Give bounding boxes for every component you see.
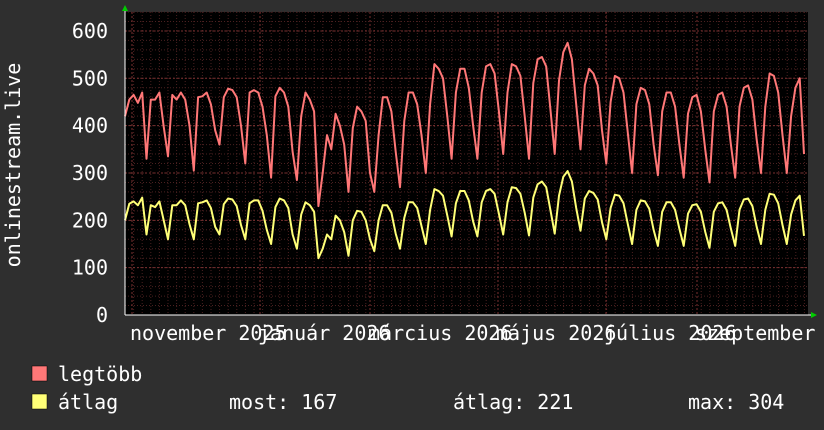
y-axis-arrow [122,5,128,11]
stat-max: max: 304 [688,390,784,414]
legend-label-avg: átlag [58,390,118,414]
y-tick-label: 300 [72,161,108,185]
chart-root: 0 100 200 300 400 500 600 november 2025 január 2… [0,0,824,430]
stat-now: most: 167 [229,390,337,414]
x-tick-label: május 2026 [496,321,616,345]
y-tick-label: 400 [72,114,108,138]
y-tick-label: 500 [72,66,108,90]
y-tick-label: 0 [96,303,108,327]
y-tick-label: 200 [72,208,108,232]
line-chart: 0100200300400500600november 2025január 2… [1,5,817,414]
legend-swatch-avg [31,393,48,410]
stat-avg: átlag: 221 [453,390,573,414]
y-axis-title: onlinestream.live [1,63,25,268]
legend: legtöbb átlag most: 167 átlag: 221 max: … [31,362,784,414]
x-tick-label: szeptember [695,321,815,345]
legend-label-max: legtöbb [58,362,142,386]
legend-swatch-max [31,365,48,382]
y-tick-label: 600 [72,19,108,43]
x-tick-label: március 2026 [368,321,513,345]
x-axis-arrow [811,312,817,318]
y-tick-label: 100 [72,256,108,280]
